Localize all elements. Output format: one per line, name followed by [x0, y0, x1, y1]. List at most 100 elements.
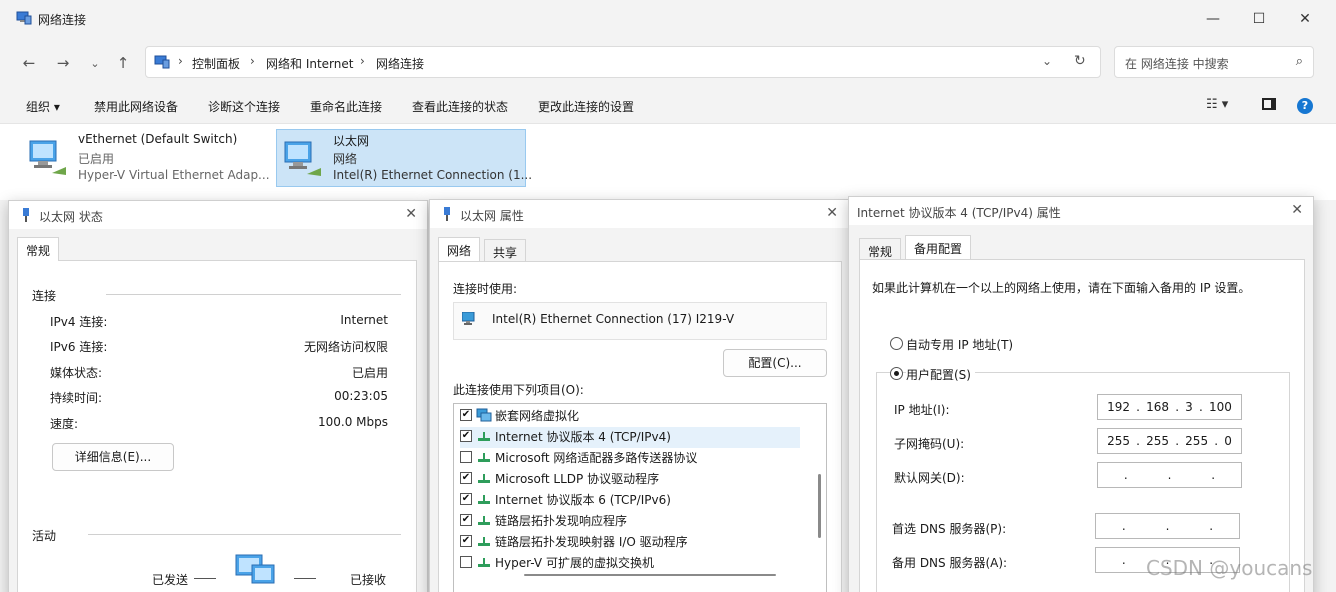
ip-address-input[interactable]: 192. 168. 3. 100 — [1097, 394, 1242, 420]
default-gateway-input[interactable]: ... — [1097, 462, 1242, 488]
up-button[interactable]: ↑ — [112, 52, 134, 74]
subnet-mask-input[interactable]: 255. 255. 255. 0 — [1097, 428, 1242, 454]
address-dropdown-icon[interactable]: ⌄ — [1042, 54, 1052, 68]
ethernet-icon — [23, 208, 29, 222]
items-label: 此连接使用下列项目(O): — [453, 383, 584, 397]
protocol-icon — [478, 453, 490, 462]
status-panel: 连接 IPv4 连接: Internet IPv6 连接: 无网络访问权限 媒体… — [17, 260, 417, 592]
tab-sharing[interactable]: 共享 — [484, 239, 527, 261]
ipv4-value: Internet — [340, 313, 388, 327]
checkbox[interactable]: ✔ — [460, 472, 472, 484]
network-adapter-icon — [29, 140, 66, 175]
ipv6-label: IPv6 连接: — [50, 340, 108, 354]
recent-locations-button[interactable]: ⌄ — [84, 52, 106, 74]
vertical-scrollbar[interactable] — [818, 474, 821, 538]
horizontal-scrollbar[interactable] — [524, 574, 776, 576]
ip-octet: 255 — [1107, 434, 1130, 448]
network-activity-icon — [235, 554, 275, 584]
address-bar[interactable]: › 控制面板 › 网络和 Internet › 网络连接 ⌄ ↻ — [145, 46, 1101, 78]
protocol-icon — [478, 432, 490, 441]
list-item[interactable]: ✔ Microsoft LLDP 协议驱动程序 — [460, 469, 800, 490]
organize-menu[interactable]: 组织 ▾ — [26, 98, 60, 115]
forward-button[interactable]: → — [52, 52, 74, 74]
search-icon: ⌕ — [1295, 54, 1303, 69]
checkbox[interactable]: ✔ — [460, 514, 472, 526]
connection-status: 已启用 — [78, 152, 115, 166]
back-button[interactable]: ← — [18, 52, 40, 74]
list-item[interactable]: ✔ 链路层拓扑发现响应程序 — [460, 511, 800, 532]
sent-label: 已发送 — [152, 573, 189, 587]
group-divider — [88, 534, 401, 535]
tab-general[interactable]: 常规 — [17, 237, 60, 261]
breadcrumb-separator-icon: › — [250, 54, 255, 68]
close-icon[interactable]: ✕ — [1291, 202, 1303, 218]
checkbox[interactable]: ✔ — [460, 535, 472, 547]
rename-button[interactable]: 重命名此连接 — [310, 98, 382, 115]
user-config-radio[interactable] — [890, 367, 903, 380]
connection-item-vethernet[interactable]: vEthernet (Default Switch) 已启用 Hyper-V V… — [22, 129, 272, 187]
tab-general[interactable]: 常规 — [859, 238, 902, 260]
disable-device-button[interactable]: 禁用此网络设备 — [94, 98, 178, 115]
network-adapter-icon — [284, 141, 321, 176]
maximize-button[interactable]: ☐ — [1236, 0, 1282, 38]
network-connections-icon — [16, 11, 32, 25]
group-connection-label: 连接 — [32, 289, 57, 303]
protocol-icon — [478, 495, 490, 504]
view-status-button[interactable]: 查看此连接的状态 — [412, 98, 508, 115]
list-item[interactable]: ✔ Internet 协议版本 4 (TCP/IPv4) — [460, 427, 800, 448]
protocol-icon — [478, 474, 490, 483]
tab-alternate-config[interactable]: 备用配置 — [905, 235, 972, 259]
arrow-right-icon: → — [56, 54, 70, 72]
close-button[interactable]: ✕ — [1282, 0, 1328, 38]
checkbox[interactable]: ✔ — [460, 493, 472, 505]
arrow-up-icon: ↑ — [116, 54, 130, 72]
minimize-button[interactable]: — — [1190, 0, 1236, 38]
virtualization-icon — [476, 408, 492, 422]
list-item[interactable]: Hyper-V 可扩展的虚拟交换机 — [460, 553, 800, 574]
preferred-dns-input[interactable]: ... — [1095, 513, 1240, 539]
dialog-title: Internet 协议版本 4 (TCP/IPv4) 属性 — [857, 206, 1061, 220]
help-icon[interactable]: ? — [1297, 98, 1313, 114]
ethernet-status-dialog: 以太网 状态 ✕ 常规 连接 IPv4 连接: Internet IPv6 连接… — [8, 200, 428, 592]
details-button[interactable]: 详细信息(E)... — [52, 443, 174, 471]
close-icon[interactable]: ✕ — [405, 206, 417, 222]
media-state-label: 媒体状态: — [50, 366, 103, 380]
items-listbox[interactable]: ✔ 嵌套网络虚拟化 ✔ Internet 协议版本 4 (TCP/IPv4) M… — [453, 403, 827, 592]
close-icon[interactable]: ✕ — [826, 205, 838, 221]
search-input[interactable]: 在 网络连接 中搜索 ⌕ — [1114, 46, 1314, 78]
checkbox[interactable]: ✔ — [460, 430, 472, 442]
description-text: 如果此计算机在一个以上的网络上使用，请在下面输入备用的 IP 设置。 — [872, 281, 1251, 295]
connection-item-ethernet[interactable]: 以太网 网络 Intel(R) Ethernet Connection (1..… — [276, 129, 532, 187]
diagnose-button[interactable]: 诊断这个连接 — [208, 98, 280, 115]
auto-ip-radio[interactable] — [890, 337, 903, 350]
list-item[interactable]: ✔ 嵌套网络虚拟化 — [460, 406, 800, 427]
tab-networking[interactable]: 网络 — [438, 237, 481, 261]
ipv4-label: IPv4 连接: — [50, 315, 108, 329]
received-line — [294, 578, 316, 579]
checkbox[interactable] — [460, 556, 472, 568]
checkbox[interactable]: ✔ — [460, 409, 472, 421]
address-row: ← → ⌄ ↑ › 控制面板 › 网络和 Internet › 网络连接 ⌄ ↻… — [0, 38, 1336, 86]
protocol-icon — [478, 558, 490, 567]
breadcrumb-control-panel[interactable]: 控制面板 — [192, 55, 240, 72]
ethernet-icon — [444, 207, 450, 221]
view-options-icon[interactable]: ☷ ▾ — [1206, 97, 1228, 112]
breadcrumb-network-internet[interactable]: 网络和 Internet — [266, 55, 353, 72]
list-item[interactable]: Microsoft 网络适配器多路传送器协议 — [460, 448, 800, 469]
command-toolbar: 组织 ▾ 禁用此网络设备 诊断这个连接 重命名此连接 查看此连接的状态 更改此连… — [0, 86, 1336, 124]
configure-button[interactable]: 配置(C)... — [723, 349, 827, 377]
list-item[interactable]: ✔ 链路层拓扑发现映射器 I/O 驱动程序 — [460, 532, 800, 553]
checkbox[interactable] — [460, 451, 472, 463]
ip-octet: 3 — [1185, 400, 1193, 414]
change-settings-button[interactable]: 更改此连接的设置 — [538, 98, 634, 115]
breadcrumb-network-connections[interactable]: 网络连接 — [376, 55, 424, 72]
adapter-name: Intel(R) Ethernet Connection (17) I219-V — [492, 312, 735, 326]
refresh-icon[interactable]: ↻ — [1074, 53, 1086, 69]
list-item[interactable]: ✔ Internet 协议版本 6 (TCP/IPv6) — [460, 490, 800, 511]
auto-ip-label: 自动专用 IP 地址(T) — [906, 338, 1014, 352]
ip-octet: 192 — [1107, 400, 1130, 414]
preview-pane-icon[interactable] — [1262, 98, 1276, 110]
ip-octet: 255 — [1146, 434, 1170, 448]
search-placeholder: 在 网络连接 中搜索 — [1125, 57, 1229, 71]
connection-status: 网络 — [333, 152, 358, 166]
